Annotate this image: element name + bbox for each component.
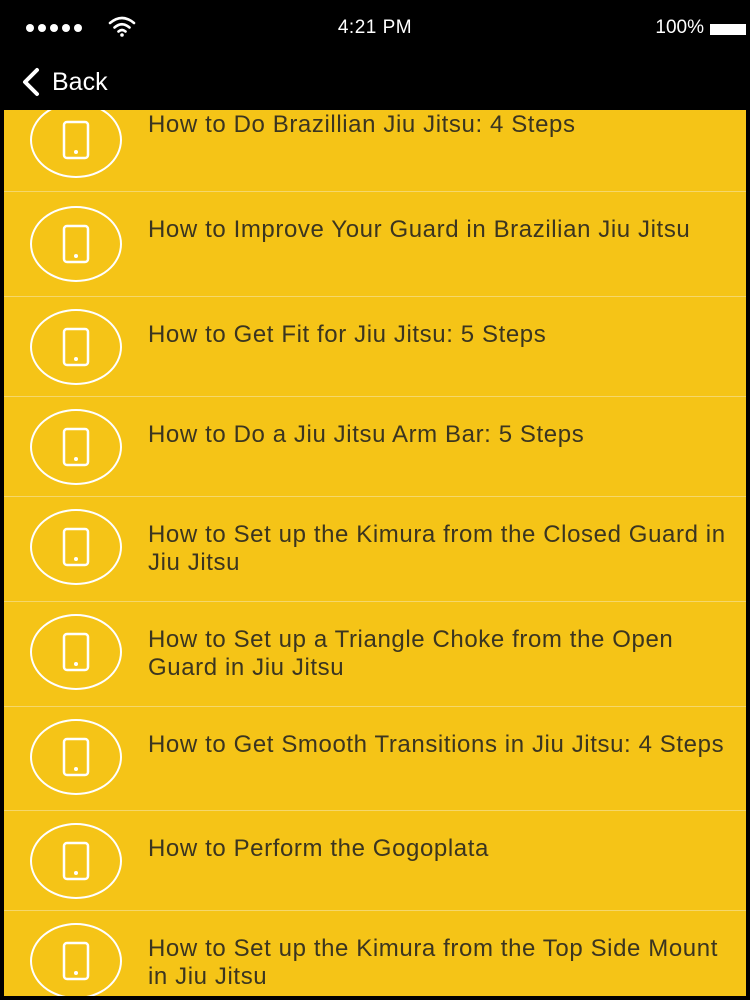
- status-time: 4:21 PM: [337, 17, 413, 38]
- battery-percentage: 100%: [655, 17, 704, 38]
- back-button[interactable]: Back: [20, 62, 108, 102]
- list-item[interactable]: How to Get Smooth Transitions in Jiu Jit…: [4, 707, 746, 811]
- list-item-title: How to Set up a Triangle Choke from the …: [148, 626, 674, 681]
- list-item-title: How to Do a Jiu Jitsu Arm Bar: 5 Steps: [148, 421, 585, 448]
- list-item-title: How to Improve Your Guard in Brazilian J…: [148, 216, 691, 243]
- phone-icon: [30, 719, 122, 795]
- phone-icon: [30, 409, 122, 485]
- phone-icon: [30, 509, 122, 585]
- list-item-title: How to Set up the Kimura from the Top Si…: [148, 935, 718, 990]
- article-list[interactable]: How to Do Brazillian Jiu Jitsu: 4 Steps …: [4, 110, 746, 996]
- list-item-title: How to Do Brazillian Jiu Jitsu: 4 Steps: [148, 111, 576, 138]
- list-item-title: How to Get Fit for Jiu Jitsu: 5 Steps: [148, 321, 547, 348]
- list-item[interactable]: How to Improve Your Guard in Brazilian J…: [4, 192, 746, 297]
- back-label: Back: [52, 67, 108, 96]
- status-bar: 4:21 PM 100%: [4, 4, 746, 52]
- navigation-bar: Back: [4, 52, 746, 110]
- list-item[interactable]: How to Get Fit for Jiu Jitsu: 5 Steps: [4, 297, 746, 397]
- list-item[interactable]: How to Set up the Kimura from the Closed…: [4, 497, 746, 602]
- phone-icon: [30, 206, 122, 282]
- phone-icon: [30, 823, 122, 899]
- phone-icon: [30, 614, 122, 690]
- list-item-title: How to Perform the Gogoplata: [148, 835, 489, 862]
- list-item-title: How to Get Smooth Transitions in Jiu Jit…: [148, 731, 725, 758]
- list-item-title: How to Set up the Kimura from the Closed…: [148, 521, 726, 576]
- list-item[interactable]: How to Perform the Gogoplata: [4, 811, 746, 911]
- list-item[interactable]: How to Do a Jiu Jitsu Arm Bar: 5 Steps: [4, 397, 746, 497]
- phone-icon: [30, 110, 122, 178]
- list-item[interactable]: How to Set up the Kimura from the Top Si…: [4, 911, 746, 996]
- battery-icon: [710, 24, 746, 35]
- list-item[interactable]: How to Do Brazillian Jiu Jitsu: 4 Steps: [4, 110, 746, 192]
- phone-icon: [30, 923, 122, 996]
- phone-screen: 4:21 PM 100% Back How to Do Brazillian J…: [4, 4, 746, 996]
- list-item[interactable]: How to Set up a Triangle Choke from the …: [4, 602, 746, 707]
- chevron-left-icon: [23, 68, 39, 96]
- phone-icon: [30, 309, 122, 385]
